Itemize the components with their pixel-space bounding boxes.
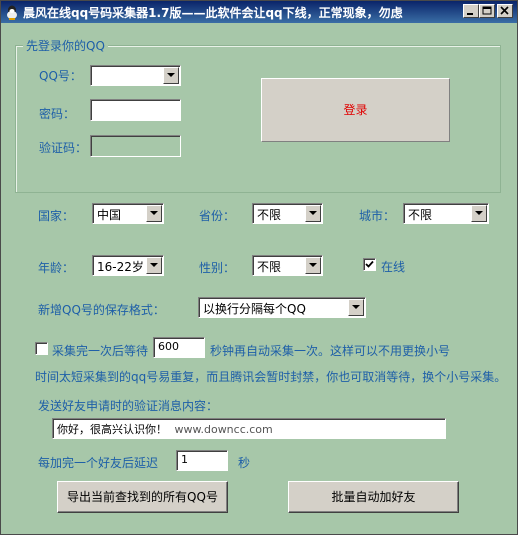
- chevron-down-icon: [167, 73, 175, 77]
- checkmark-icon: [365, 260, 374, 268]
- gender-label: 性别：: [199, 261, 236, 275]
- minimize-button[interactable]: [463, 4, 479, 18]
- maximize-icon: [482, 6, 492, 15]
- chevron-down-icon: [150, 263, 158, 267]
- captcha-field[interactable]: [90, 135, 181, 157]
- login-group-title: 先登录你的QQ: [23, 37, 108, 54]
- age-dropdown-button[interactable]: [146, 257, 162, 274]
- verify-message-label: 发送好友申请时的验证消息内容：: [38, 399, 219, 413]
- batch-add-button-label: 批量自动加好友: [331, 490, 416, 504]
- qq-label: QQ号：: [39, 69, 82, 83]
- save-format-value: 以换行分隔每个QQ: [203, 302, 306, 316]
- province-dropdown-button[interactable]: [305, 205, 321, 222]
- close-icon: [500, 6, 509, 15]
- country-dropdown-button[interactable]: [146, 205, 162, 222]
- window-title: 晨风在线qq号码采集器1.7版——此软件会让qq下线，正常现象，勿虑: [23, 6, 403, 20]
- qq-dropdown-button[interactable]: [163, 67, 179, 84]
- app-window: 晨风在线qq号码采集器1.7版——此软件会让qq下线，正常现象，勿虑 先登录你的…: [0, 0, 518, 535]
- watermark-text: www.downcc.com: [174, 423, 273, 436]
- wait-explanation-label: 时间太短采集到的qq号易重复，而且腾讯会暂时封禁，你也可取消等待，换个小号采集。: [35, 370, 507, 384]
- verify-message-text: 你好，很高兴认识你！: [57, 423, 167, 436]
- maximize-button[interactable]: [479, 4, 495, 18]
- age-label: 年龄：: [38, 261, 75, 275]
- country-value: 中国: [97, 208, 122, 222]
- country-label: 国家：: [38, 209, 75, 223]
- client-area: 先登录你的QQ QQ号： 密码： 验证码： 登录 国家： 中国 省份： 不限 城…: [1, 23, 517, 534]
- city-dropdown-button[interactable]: [471, 205, 487, 222]
- gender-dropdown-button[interactable]: [305, 257, 321, 274]
- wait-prefix-label: 采集完一次后等待: [52, 344, 149, 358]
- age-value: 16-22岁: [97, 260, 144, 274]
- online-checkbox[interactable]: [363, 258, 376, 271]
- city-select[interactable]: 不限: [403, 203, 489, 224]
- close-button[interactable]: [497, 4, 513, 18]
- batch-add-button[interactable]: 批量自动加好友: [288, 481, 459, 513]
- age-select[interactable]: 16-22岁: [92, 255, 164, 276]
- delay-input[interactable]: 1: [176, 450, 228, 471]
- wait-checkbox[interactable]: [35, 342, 48, 355]
- city-value: 不限: [408, 208, 433, 222]
- wait-suffix-label: 秒钟再自动采集一次。这样可以不用更换小号: [210, 344, 451, 358]
- chevron-down-icon: [352, 305, 360, 309]
- online-label: 在线: [381, 260, 406, 274]
- qq-combobox[interactable]: [90, 65, 181, 86]
- minimize-icon: [467, 13, 473, 15]
- title-bar[interactable]: 晨风在线qq号码采集器1.7版——此软件会让qq下线，正常现象，勿虑: [1, 1, 517, 23]
- province-select[interactable]: 不限: [252, 203, 323, 224]
- save-format-select[interactable]: 以换行分隔每个QQ: [198, 297, 366, 318]
- gender-select[interactable]: 不限: [252, 255, 323, 276]
- delay-label: 每加完一个好友后延迟: [38, 456, 159, 470]
- export-button[interactable]: 导出当前查找到的所有QQ号: [57, 481, 228, 513]
- app-icon: [4, 4, 20, 20]
- delay-unit-label: 秒: [238, 456, 251, 470]
- country-select[interactable]: 中国: [92, 203, 164, 224]
- province-value: 不限: [257, 208, 282, 222]
- verify-message-input[interactable]: 你好，很高兴认识你！ www.downcc.com: [52, 418, 446, 439]
- chevron-down-icon: [309, 211, 317, 215]
- wait-seconds-input[interactable]: 600: [153, 337, 205, 358]
- captcha-label: 验证码：: [39, 141, 88, 155]
- save-format-dropdown-button[interactable]: [348, 299, 364, 316]
- password-field[interactable]: [90, 99, 181, 121]
- city-label: 城市：: [359, 209, 396, 223]
- login-button[interactable]: 登录: [261, 78, 450, 142]
- password-label: 密码：: [39, 107, 76, 121]
- gender-value: 不限: [257, 260, 282, 274]
- login-button-label: 登录: [343, 103, 368, 117]
- chevron-down-icon: [150, 211, 158, 215]
- chevron-down-icon: [309, 263, 317, 267]
- save-format-label: 新增QQ号的保存格式：: [38, 303, 165, 317]
- export-button-label: 导出当前查找到的所有QQ号: [67, 490, 218, 504]
- province-label: 省份：: [199, 209, 236, 223]
- chevron-down-icon: [475, 211, 483, 215]
